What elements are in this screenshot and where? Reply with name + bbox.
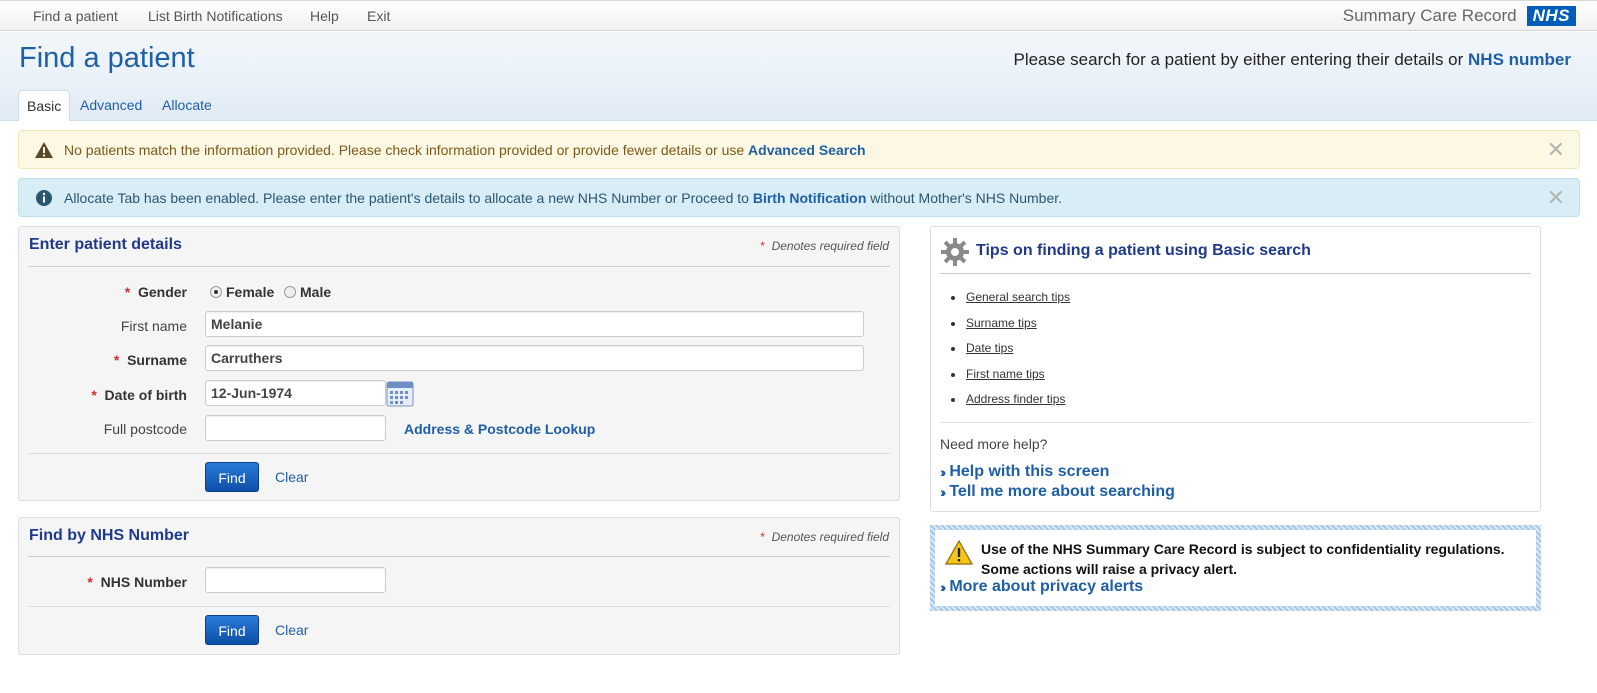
page-title: Find a patient xyxy=(19,42,195,74)
divider xyxy=(28,266,890,267)
nhs-number-label: * NHS Number xyxy=(87,574,187,590)
gear-icon xyxy=(940,237,970,270)
divider xyxy=(940,422,1531,423)
tab-basic[interactable]: Basic xyxy=(18,90,71,121)
dob-label: * Date of birth xyxy=(91,387,187,403)
close-icon[interactable]: ✕ xyxy=(1547,185,1565,211)
clear-button[interactable]: Clear xyxy=(275,469,308,485)
address-postcode-lookup-link[interactable]: Address & Postcode Lookup xyxy=(404,421,595,437)
bullet xyxy=(951,322,955,326)
divider xyxy=(940,273,1531,274)
double-chevron-icon: ›› xyxy=(940,484,947,500)
radio-unchecked-icon xyxy=(284,286,296,298)
nhs-number-link[interactable]: NHS number xyxy=(1468,50,1571,69)
postcode-input[interactable] xyxy=(205,415,386,441)
surname-label: * Surname xyxy=(113,352,187,368)
header-hint: Please search for a patient by either en… xyxy=(1013,50,1571,70)
nav-list-birth-notifications[interactable]: List Birth Notifications xyxy=(148,8,283,24)
nhs-logo: NHS xyxy=(1526,6,1576,26)
page-header: Find a patient Please search for a patie… xyxy=(0,32,1597,121)
tip-link-address-finder[interactable]: Address finder tips xyxy=(966,392,1065,406)
warning-icon xyxy=(33,139,55,161)
warning-icon xyxy=(944,539,974,568)
privacy-notice: Use of the NHS Summary Care Record is su… xyxy=(930,525,1541,611)
nhs-number-panel: Find by NHS Number * Denotes required fi… xyxy=(18,517,900,655)
clear-button[interactable]: Clear xyxy=(275,622,308,638)
privacy-alerts-link[interactable]: ›› More about privacy alerts xyxy=(940,578,1143,596)
tip-link-first-name[interactable]: First name tips xyxy=(966,367,1045,381)
tab-advanced[interactable]: Advanced xyxy=(72,90,150,121)
find-button[interactable]: Find xyxy=(205,615,259,645)
surname-input[interactable] xyxy=(205,345,864,371)
header-hint-text: Please search for a patient by either en… xyxy=(1013,50,1469,69)
panel-title: Enter patient details xyxy=(29,236,182,253)
patient-details-panel: Enter patient details * Denotes required… xyxy=(18,226,900,501)
first-name-input[interactable] xyxy=(205,311,864,337)
searching-help-link[interactable]: ›› Tell me more about searching xyxy=(940,483,1175,501)
brand: Summary Care Record NHS xyxy=(1343,5,1576,27)
bullet xyxy=(951,398,955,402)
bullet xyxy=(951,296,955,300)
first-name-label: First name xyxy=(120,318,187,334)
nhs-number-input[interactable] xyxy=(205,567,386,593)
info-icon xyxy=(33,187,55,209)
gender-female-radio[interactable]: Female xyxy=(210,284,274,300)
tips-panel: Tips on finding a patient using Basic se… xyxy=(930,226,1541,512)
double-chevron-icon: ›› xyxy=(940,464,947,480)
divider xyxy=(28,606,890,607)
allocate-info-text: Allocate Tab has been enabled. Please en… xyxy=(64,189,1063,206)
nav-exit[interactable]: Exit xyxy=(367,8,390,24)
panel-title: Find by NHS Number xyxy=(29,527,190,544)
tip-link-surname[interactable]: Surname tips xyxy=(966,316,1037,330)
bullet xyxy=(951,373,955,377)
gender-male-radio[interactable]: Male xyxy=(284,284,331,300)
birth-notification-link[interactable]: Birth Notification xyxy=(753,190,867,206)
tips-title: Tips on finding a patient using Basic se… xyxy=(976,242,1311,259)
no-match-text: No patients match the information provid… xyxy=(64,141,866,158)
bullet xyxy=(951,347,955,351)
advanced-search-link[interactable]: Advanced Search xyxy=(748,142,866,158)
find-button[interactable]: Find xyxy=(205,462,259,492)
brand-text: Summary Care Record xyxy=(1342,6,1517,25)
allocate-info-alert: Allocate Tab has been enabled. Please en… xyxy=(18,178,1580,217)
help-screen-link[interactable]: ›› Help with this screen xyxy=(940,463,1109,481)
required-note: * Denotes required field xyxy=(760,530,889,544)
dob-input[interactable] xyxy=(205,380,386,406)
no-match-alert: No patients match the information provid… xyxy=(18,130,1580,169)
divider xyxy=(28,453,890,454)
radio-checked-icon xyxy=(210,286,222,298)
tip-link-date[interactable]: Date tips xyxy=(966,341,1013,355)
tip-link-general[interactable]: General search tips xyxy=(966,290,1070,304)
divider xyxy=(28,556,890,557)
close-icon[interactable]: ✕ xyxy=(1547,137,1565,163)
top-nav: Find a patient List Birth Notifications … xyxy=(0,0,1597,31)
required-note: * Denotes required field xyxy=(760,239,889,253)
nav-find-patient[interactable]: Find a patient xyxy=(33,8,118,24)
gender-label: * Gender xyxy=(124,284,187,300)
postcode-label: Full postcode xyxy=(103,421,187,437)
double-chevron-icon: ›› xyxy=(940,579,947,595)
privacy-text: Use of the NHS Summary Care Record is su… xyxy=(981,541,1505,577)
calendar-icon[interactable] xyxy=(386,380,414,411)
need-help-text: Need more help? xyxy=(940,436,1048,452)
tab-allocate[interactable]: Allocate xyxy=(154,90,220,121)
nav-help[interactable]: Help xyxy=(310,8,339,24)
